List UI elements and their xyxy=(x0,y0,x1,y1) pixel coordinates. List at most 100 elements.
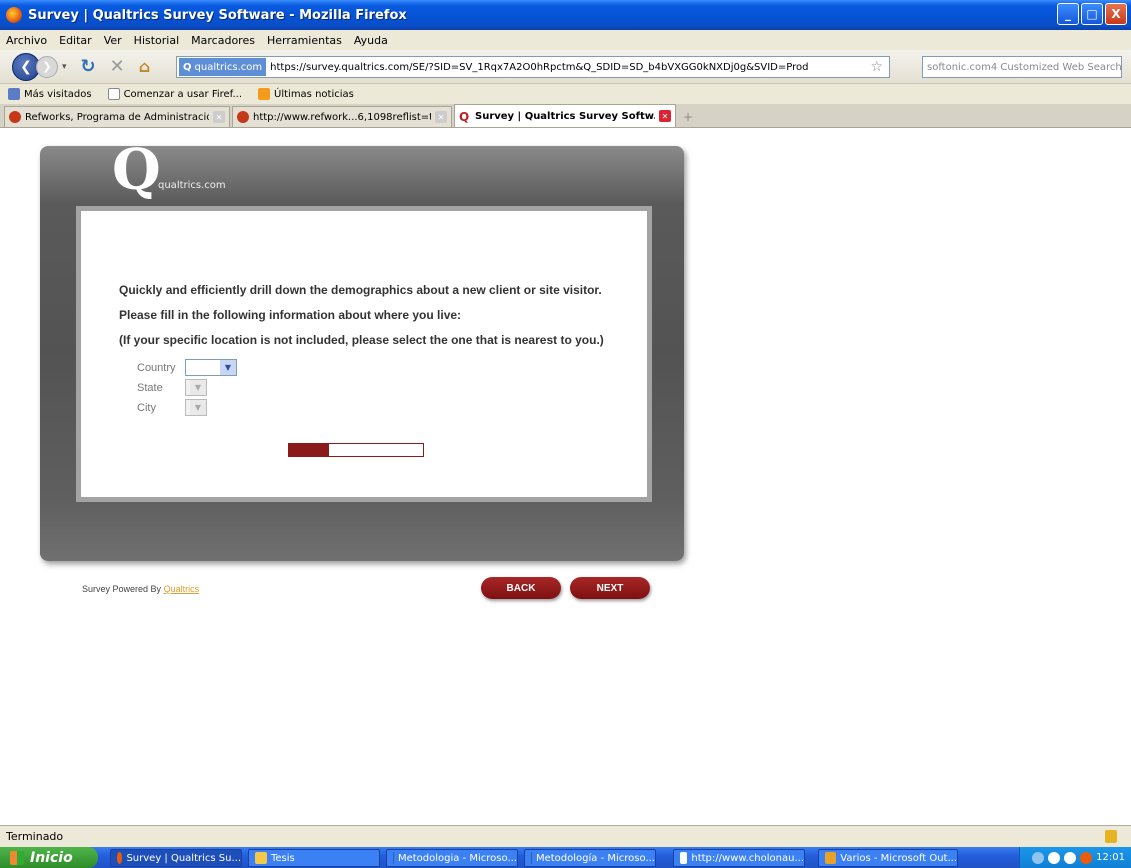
qualtrics-favicon-icon: Q xyxy=(459,110,470,124)
country-select[interactable]: ▼ xyxy=(185,359,237,376)
tab-refworks[interactable]: Refworks, Programa de Administración ...… xyxy=(4,106,230,127)
reload-icon[interactable]: ↻ xyxy=(81,56,96,77)
chevron-down-icon: ▼ xyxy=(220,360,236,375)
outlook-icon xyxy=(825,852,837,864)
url-bar[interactable]: Q qualtrics.com https://survey.qualtrics… xyxy=(176,56,890,78)
chevron-down-icon: ▼ xyxy=(190,380,206,395)
site-identity-button[interactable]: Q qualtrics.com xyxy=(179,58,267,76)
survey-frame: Q qualtrics.com Quickly and efficiently … xyxy=(40,137,684,561)
bookmark-mas-visitados[interactable]: Más visitados xyxy=(8,88,92,100)
tab-close-icon[interactable]: ✕ xyxy=(659,110,671,122)
status-bar: Terminado xyxy=(0,825,1131,847)
tab-close-icon[interactable]: ✕ xyxy=(435,111,447,123)
state-select: ▼ xyxy=(185,379,207,396)
taskbar-item-metodologia-2[interactable]: Metodología - Microso... xyxy=(524,849,656,867)
qualtrics-favicon-icon: Q xyxy=(183,61,192,73)
task-label: http://www.cholonau... xyxy=(691,852,804,864)
network-icon[interactable] xyxy=(1048,851,1061,864)
question-intro: Quickly and efficiently drill down the d… xyxy=(119,283,602,297)
close-button[interactable]: X xyxy=(1105,3,1127,25)
taskbar-item-cholonau[interactable]: http://www.cholonau... xyxy=(673,849,805,867)
bookmark-label: Últimas noticias xyxy=(274,88,354,100)
question-instruction: Please fill in the following information… xyxy=(119,308,462,322)
question-note: (If your specific location is not includ… xyxy=(119,333,604,347)
bookmark-ultimas-noticias[interactable]: Últimas noticias xyxy=(258,88,354,100)
windows-flag-icon xyxy=(10,850,24,865)
task-label: Survey | Qualtrics Su... xyxy=(126,852,241,864)
word-icon xyxy=(393,852,394,864)
menu-marcadores[interactable]: Marcadores xyxy=(191,34,255,47)
question-body: Quickly and efficiently drill down the d… xyxy=(81,211,647,497)
task-label: Tesis xyxy=(271,852,295,864)
tab-close-icon[interactable]: ✕ xyxy=(213,111,225,123)
city-row: City ▼ xyxy=(137,399,207,416)
menu-historial[interactable]: Historial xyxy=(134,34,179,47)
menu-herramientas[interactable]: Herramientas xyxy=(267,34,342,47)
tab-survey[interactable]: Q Survey | Qualtrics Survey Softw... ✕ xyxy=(454,104,676,127)
logo-word: qualtrics.com xyxy=(158,180,226,191)
window-title: Survey | Qualtrics Survey Software - Moz… xyxy=(28,7,407,23)
state-label: State xyxy=(137,381,163,394)
taskbar: Inicio Survey | Qualtrics Su... Tesis Me… xyxy=(0,847,1131,868)
tab-label: Survey | Qualtrics Survey Softw... xyxy=(475,110,655,122)
new-tab-icon[interactable]: + xyxy=(678,107,698,127)
taskbar-item-survey[interactable]: Survey | Qualtrics Su... xyxy=(110,849,242,867)
progress-fill xyxy=(289,444,330,456)
tray-arrow-icon[interactable] xyxy=(1032,851,1045,864)
menu-ver[interactable]: Ver xyxy=(104,34,122,47)
clock[interactable]: 12:01 xyxy=(1096,852,1125,863)
start-button[interactable]: Inicio xyxy=(0,847,98,868)
bookmark-label: Comenzar a usar Firef... xyxy=(123,88,243,100)
page-icon xyxy=(107,88,120,100)
menu-ayuda[interactable]: Ayuda xyxy=(354,34,388,47)
maximize-button[interactable]: □ xyxy=(1081,3,1103,25)
history-dropdown-icon[interactable]: ▾ xyxy=(62,62,67,72)
menu-editar[interactable]: Editar xyxy=(59,34,92,47)
state-row: State ▼ xyxy=(137,379,207,396)
bookmark-comenzar[interactable]: Comenzar a usar Firef... xyxy=(107,88,243,100)
bookmark-label: Más visitados xyxy=(24,88,92,100)
firefox-icon xyxy=(117,852,123,864)
menu-archivo[interactable]: Archivo xyxy=(6,34,47,47)
lock-icon[interactable] xyxy=(1105,830,1117,843)
powered-by: Survey Powered By Qualtrics xyxy=(82,584,199,594)
country-label: Country xyxy=(137,361,176,374)
country-row: Country ▼ xyxy=(137,359,237,376)
site-identity-label: qualtrics.com xyxy=(194,61,263,73)
qualtrics-link[interactable]: Qualtrics xyxy=(164,584,200,594)
logo-letter: Q xyxy=(112,137,161,203)
minimize-button[interactable]: _ xyxy=(1057,3,1079,25)
qualtrics-logo: Q qualtrics.com xyxy=(112,137,226,203)
forward-arrow-icon[interactable]: ❯ xyxy=(36,55,58,78)
back-button[interactable]: BACK xyxy=(481,577,561,599)
window-titlebar[interactable]: Survey | Qualtrics Survey Software - Moz… xyxy=(0,0,1131,30)
tab-bar: Refworks, Programa de Administración ...… xyxy=(0,104,1131,128)
browser-icon xyxy=(680,852,688,864)
tab-refwork-url[interactable]: http://www.refwork...6,1098reflist=true … xyxy=(232,106,452,127)
menu-bar: Archivo Editar Ver Historial Marcadores … xyxy=(0,30,1131,50)
chevron-down-icon: ▼ xyxy=(190,400,206,415)
taskbar-item-metodologia-1[interactable]: Metodologia - Microso... xyxy=(386,849,518,867)
firefox-icon xyxy=(6,7,22,23)
page-content: Q qualtrics.com Quickly and efficiently … xyxy=(0,128,1131,825)
bookmarks-toolbar: Más visitados Comenzar a usar Firef... Ú… xyxy=(0,84,1131,104)
stop-icon[interactable]: ✕ xyxy=(110,56,125,77)
taskbar-item-outlook[interactable]: Varios - Microsoft Out... xyxy=(818,849,958,867)
security-icon[interactable] xyxy=(1080,851,1093,864)
navigation-toolbar: ❮ ❯ ▾ ↻ ✕ ⌂ Q qualtrics.com https://surv… xyxy=(0,50,1131,84)
city-select: ▼ xyxy=(185,399,207,416)
powered-by-text: Survey Powered By xyxy=(82,584,162,594)
word-icon xyxy=(531,852,532,864)
home-icon[interactable]: ⌂ xyxy=(139,57,150,76)
volume-icon[interactable] xyxy=(1064,851,1077,864)
start-label: Inicio xyxy=(30,849,73,866)
folder-icon xyxy=(255,852,267,864)
bookmark-star-icon[interactable]: ☆ xyxy=(870,59,883,75)
search-bar[interactable]: softonic.com4 Customized Web Search ⚲ xyxy=(922,56,1122,78)
next-button[interactable]: NEXT xyxy=(570,577,650,599)
search-placeholder: softonic.com4 Customized Web Search xyxy=(927,61,1122,73)
taskbar-item-tesis[interactable]: Tesis xyxy=(248,849,380,867)
rss-icon xyxy=(258,88,271,100)
question-panel: Quickly and efficiently drill down the d… xyxy=(76,206,652,502)
tab-label: Refworks, Programa de Administración ... xyxy=(25,111,209,123)
